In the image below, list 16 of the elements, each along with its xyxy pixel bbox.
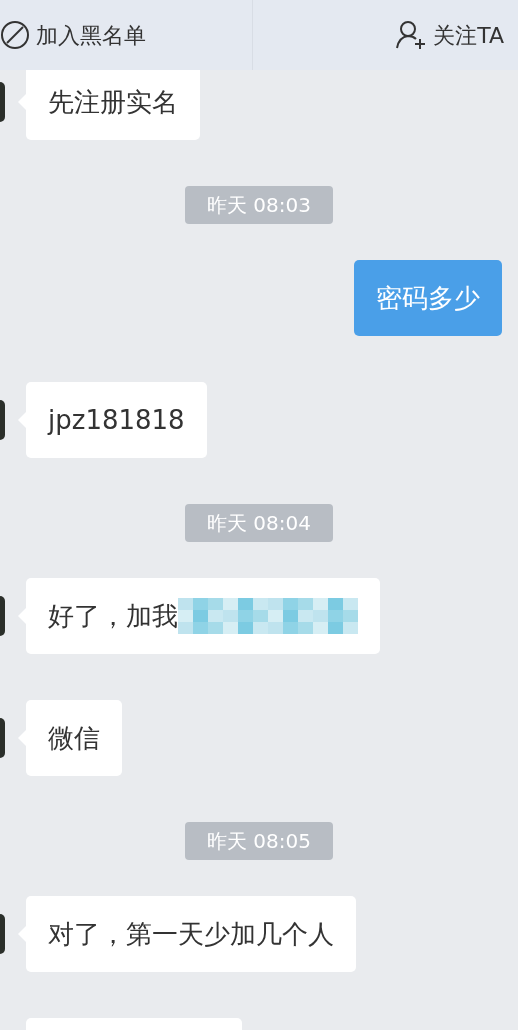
- add-user-icon: [395, 20, 428, 50]
- timestamp: 昨天 08:04: [185, 504, 333, 542]
- avatar[interactable]: [0, 400, 5, 440]
- message-bubble: 好了，加我: [26, 578, 380, 654]
- avatar[interactable]: [0, 596, 5, 636]
- timestamp: 昨天 08:03: [185, 186, 333, 224]
- message-bubble: 微信: [26, 700, 122, 776]
- follow-button[interactable]: 关注TA: [251, 0, 518, 70]
- block-icon: [0, 20, 30, 50]
- message-bubble: jpz181818: [26, 382, 207, 458]
- avatar[interactable]: [0, 718, 5, 758]
- avatar[interactable]: [0, 914, 5, 954]
- timestamp: 昨天 08:05: [185, 822, 333, 860]
- message-bubble: 密码多少: [354, 260, 502, 336]
- avatar[interactable]: [0, 82, 5, 122]
- message-bubble: 对了，第一天少加几个人: [26, 896, 356, 972]
